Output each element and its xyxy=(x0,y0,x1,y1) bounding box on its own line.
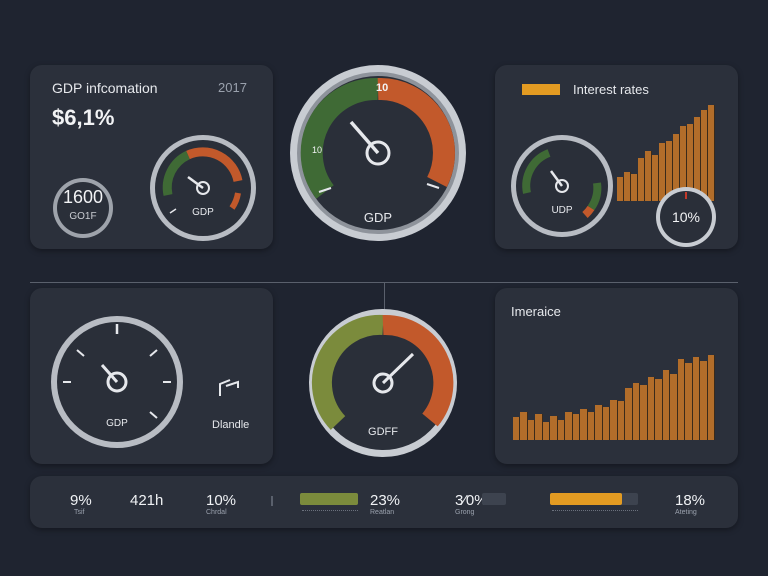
stat-item: 23% Reatlan xyxy=(370,492,400,516)
progress-fill xyxy=(300,493,358,505)
panel-title: Imeraice xyxy=(511,304,561,319)
stat-label: Chrdal xyxy=(206,509,227,516)
gdp-dial-gauge xyxy=(51,316,183,448)
stat-value: 9% xyxy=(70,492,92,509)
gdp-gauge xyxy=(150,135,256,241)
interest-rates-panel: Interest rates UDP 10% xyxy=(495,65,738,249)
bar xyxy=(662,370,671,440)
imeraice-bars xyxy=(513,348,715,440)
gdp-info-panel: GDP infcomation 2017 $6,1% 1600 GO1F GDP xyxy=(30,65,273,249)
bar xyxy=(595,405,603,440)
bar xyxy=(565,412,573,440)
bar xyxy=(655,379,663,440)
stat-value: 23% xyxy=(370,492,401,509)
bar xyxy=(610,399,618,440)
bar xyxy=(632,382,641,440)
bar xyxy=(580,408,588,440)
progress-ticks xyxy=(552,510,638,515)
bar xyxy=(640,384,648,440)
gdp-detail-panel: GDP Dlandle xyxy=(30,288,273,464)
bar xyxy=(624,172,631,201)
bar xyxy=(572,414,581,440)
stat-label: Reatlan xyxy=(370,509,395,516)
gdp-gauge-label: GDP xyxy=(192,207,214,218)
progress-ticks xyxy=(302,510,358,515)
stat-item: 421h xyxy=(130,492,163,509)
stat-value: 18% xyxy=(675,492,706,509)
gdff-gauge-label: GDFF xyxy=(368,426,398,438)
udp-gauge-label: UDP xyxy=(551,205,573,216)
small-gauge-label: GO1F xyxy=(69,211,97,222)
bar xyxy=(707,355,715,440)
bar xyxy=(685,362,693,440)
bar xyxy=(617,401,626,440)
panel-title: GDP infcomation xyxy=(52,80,158,96)
bar xyxy=(647,377,656,440)
bar xyxy=(617,177,624,201)
bar xyxy=(587,412,596,440)
bar xyxy=(520,412,528,440)
panel-year: 2017 xyxy=(218,80,247,95)
bar xyxy=(645,151,652,201)
side-label: Dlandle xyxy=(212,419,250,431)
stat-item: 18% Ateting xyxy=(675,492,705,516)
progress-fill xyxy=(550,493,623,505)
imeraice-panel: Imeraice xyxy=(495,288,738,464)
bar xyxy=(677,359,686,440)
tick-marks xyxy=(271,496,273,506)
stat-label: Grong xyxy=(455,509,475,516)
bar xyxy=(535,414,543,440)
bar xyxy=(625,388,633,440)
stat-value: 10% xyxy=(206,492,237,509)
bar xyxy=(542,421,551,440)
bar xyxy=(692,357,701,440)
gdp-dial-label: GDP xyxy=(106,418,128,429)
small-gauge xyxy=(53,178,113,238)
stat-label: Tsif xyxy=(74,509,85,516)
panel-title: Interest rates xyxy=(573,82,649,97)
bar xyxy=(557,419,566,440)
orange-bar-icon xyxy=(522,84,560,95)
main-gauge-top-tick: 10 xyxy=(376,82,389,94)
stats-strip: 9% Tsif 421h 10% Chrdal 23% Reatlan 3⁄0%… xyxy=(30,476,738,528)
small-gauge-value: 1600 xyxy=(62,187,104,207)
progress-bar-dark xyxy=(482,493,506,505)
handle-icon xyxy=(219,379,239,396)
stat-item: 9% Tsif xyxy=(70,492,92,516)
main-gauge-label: GDP xyxy=(363,210,393,225)
bar xyxy=(527,419,536,440)
rate-small-gauge-value: 10% xyxy=(671,209,701,225)
bar xyxy=(602,406,611,440)
bar xyxy=(670,373,678,440)
stat-value: 421h xyxy=(130,492,164,509)
gdp-value: $6,1% xyxy=(52,105,115,130)
progress-bar-green xyxy=(300,493,358,505)
bar xyxy=(638,157,645,201)
bar xyxy=(700,360,708,440)
udp-gauge xyxy=(511,135,613,237)
bar xyxy=(513,417,521,440)
bar xyxy=(631,174,638,201)
stat-label: Ateting xyxy=(675,509,697,516)
bar xyxy=(550,416,558,440)
stat-item: 10% Chrdal xyxy=(206,492,236,516)
main-gauge-left-tick: 10 xyxy=(312,145,323,155)
progress-bar-amber xyxy=(550,493,638,505)
